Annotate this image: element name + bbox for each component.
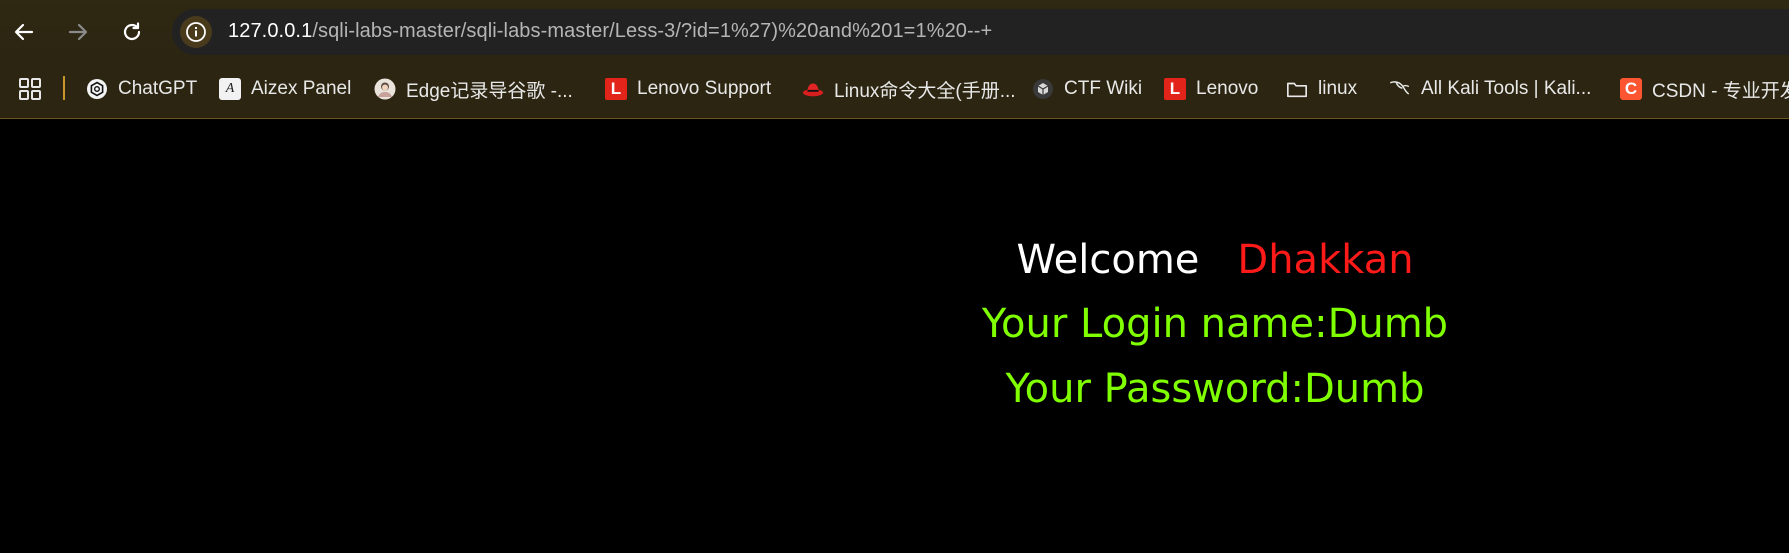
bookmark-linux-commands[interactable]: Linux命令大全(手册... bbox=[802, 76, 1016, 102]
bookmark-edge-export[interactable]: Edge记录导谷歌 -... bbox=[374, 76, 573, 102]
kali-icon bbox=[1389, 78, 1411, 100]
avatar-icon bbox=[374, 78, 396, 100]
bookmarks-separator bbox=[63, 76, 65, 100]
chatgpt-icon bbox=[86, 78, 108, 100]
bookmark-folder-linux[interactable]: linux bbox=[1286, 76, 1357, 102]
bookmark-ctf-wiki[interactable]: CTF Wiki bbox=[1032, 76, 1142, 102]
bookmark-label: linux bbox=[1318, 78, 1358, 99]
arrow-left-icon bbox=[14, 23, 34, 41]
bookmark-label: CSDN - 专业开发 bbox=[1652, 80, 1789, 102]
url-text[interactable]: 127.0.0.1/sqli-labs-master/sqli-labs-mas… bbox=[228, 20, 992, 43]
redhat-icon bbox=[802, 78, 824, 100]
csdn-icon: C bbox=[1620, 78, 1642, 100]
bookmark-label: All Kali Tools | Kali... bbox=[1421, 78, 1592, 99]
apps-grid-icon[interactable] bbox=[18, 77, 42, 101]
reload-icon bbox=[123, 22, 141, 41]
bookmark-chatgpt[interactable]: ChatGPT bbox=[86, 76, 197, 102]
bookmark-label: ChatGPT bbox=[118, 78, 198, 99]
address-bar[interactable]: 127.0.0.1/sqli-labs-master/sqli-labs-mas… bbox=[172, 9, 1789, 55]
site-info-button[interactable] bbox=[180, 16, 212, 48]
bookmark-label: Edge记录导谷歌 -... bbox=[406, 80, 573, 102]
lenovo-icon: L bbox=[1164, 78, 1186, 100]
aizex-icon: A bbox=[219, 78, 241, 100]
bookmarks-bar: ChatGPT A Aizex Panel Edge记录导谷歌 -... L L… bbox=[0, 64, 1789, 119]
reload-button[interactable] bbox=[114, 14, 150, 50]
url-host: 127.0.0.1 bbox=[228, 20, 313, 42]
bookmark-label: Aizex Panel bbox=[251, 78, 352, 99]
bookmark-label: Lenovo Support bbox=[637, 78, 772, 99]
arrow-right-icon bbox=[68, 23, 88, 41]
bookmark-label: Linux命令大全(手册... bbox=[834, 80, 1016, 102]
bookmark-kali-tools[interactable]: All Kali Tools | Kali... bbox=[1389, 76, 1591, 102]
bookmark-label: CTF Wiki bbox=[1064, 78, 1143, 99]
bookmark-lenovo-support[interactable]: L Lenovo Support bbox=[605, 76, 771, 102]
bookmark-aizex-panel[interactable]: A Aizex Panel bbox=[219, 76, 351, 102]
ctf-wiki-icon bbox=[1032, 78, 1054, 100]
browser-window: 127.0.0.1/sqli-labs-master/sqli-labs-mas… bbox=[0, 0, 1789, 553]
welcome-user: Dhakkan bbox=[1237, 237, 1414, 283]
result-block: Welcome Dhakkan Your Login name:Dumb Your… bbox=[900, 119, 1530, 553]
page-content: Welcome Dhakkan Your Login name:Dumb Your… bbox=[0, 119, 1789, 553]
info-icon bbox=[186, 22, 206, 42]
bookmark-lenovo[interactable]: L Lenovo bbox=[1164, 76, 1258, 102]
folder-icon bbox=[1286, 78, 1308, 100]
browser-toolbar: 127.0.0.1/sqli-labs-master/sqli-labs-mas… bbox=[0, 0, 1789, 64]
forward-button[interactable] bbox=[60, 14, 96, 50]
password-line: Your Password:Dumb bbox=[1005, 366, 1425, 412]
welcome-text: Welcome bbox=[1016, 237, 1200, 283]
url-path: /sqli-labs-master/sqli-labs-master/Less-… bbox=[312, 20, 993, 42]
bookmark-label: Lenovo bbox=[1196, 78, 1259, 99]
bookmark-csdn[interactable]: C CSDN - 专业开发 bbox=[1620, 76, 1789, 102]
back-button[interactable] bbox=[6, 14, 42, 50]
login-name-line: Your Login name:Dumb bbox=[981, 301, 1449, 347]
welcome-line: Welcome Dhakkan bbox=[900, 235, 1530, 285]
lenovo-icon: L bbox=[605, 78, 627, 100]
